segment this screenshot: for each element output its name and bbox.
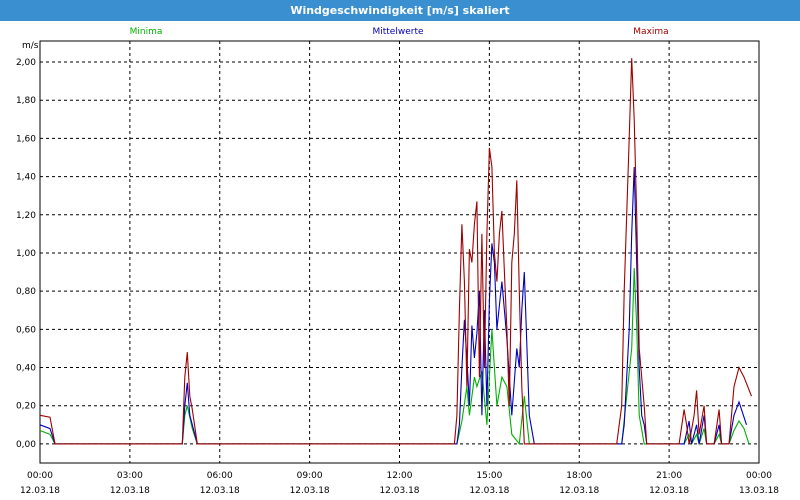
- x-tick-time: 15:00: [476, 471, 502, 481]
- chart-area: 0,00 0,20 0,40 0,60 0,80 1,00 1,20 1,40 1,60 1,80…: [16, 27, 779, 496]
- x-tick-date: 12.03.18: [649, 486, 689, 496]
- y-axis-unit: m/s: [22, 41, 39, 51]
- x-tick-date: 12.03.18: [200, 486, 240, 496]
- y-tick-label: 1,80: [16, 96, 36, 106]
- x-tick-time: 06:00: [207, 471, 233, 481]
- x-tick-time: 09:00: [297, 471, 323, 481]
- legend-minima: Minima: [130, 27, 163, 37]
- x-tick-time: 03:00: [117, 471, 143, 481]
- y-tick-label: 0,00: [16, 440, 36, 450]
- x-tick-date: 12.03.18: [20, 486, 60, 496]
- x-tick-time: 00:00: [746, 471, 772, 481]
- y-tick-label: 1,00: [16, 249, 36, 259]
- y-tick-label: 1,60: [16, 134, 36, 144]
- window-title: Windgeschwindigkeit [m/s] skaliert: [0, 0, 800, 21]
- x-tick-date: 12.03.18: [290, 486, 330, 496]
- y-tick-label: 0,60: [16, 325, 36, 335]
- y-tick-label: 0,40: [16, 364, 36, 374]
- y-tick-label: 1,20: [16, 211, 36, 221]
- legend-mittelwerte: Mittelwerte: [372, 27, 423, 37]
- x-tick-date: 12.03.18: [469, 486, 509, 496]
- x-tick-time: 21:00: [656, 471, 682, 481]
- x-tick-time: 00:00: [27, 471, 53, 481]
- y-axis: 0,00 0,20 0,40 0,60 0,80 1,00 1,20 1,40 1,60 1,80…: [16, 58, 36, 450]
- y-tick-label: 1,40: [16, 173, 36, 183]
- x-axis: 00:00 12.03.18 03:00 12.03.18 06:00 12.03.18 0…: [20, 471, 779, 496]
- legend: Minima Mittelwerte Maxima: [130, 27, 669, 37]
- y-tick-label: 2,00: [16, 58, 36, 68]
- legend-maxima: Maxima: [633, 27, 668, 37]
- x-tick-date: 12.03.18: [379, 486, 419, 496]
- x-tick-date: 12.03.18: [559, 486, 599, 496]
- x-tick-date: 13.03.18: [739, 486, 779, 496]
- y-tick-label: 0,20: [16, 402, 36, 412]
- y-tick-label: 0,80: [16, 287, 36, 297]
- x-tick-time: 18:00: [566, 471, 592, 481]
- x-tick-date: 12.03.18: [110, 486, 150, 496]
- x-tick-time: 12:00: [387, 471, 413, 481]
